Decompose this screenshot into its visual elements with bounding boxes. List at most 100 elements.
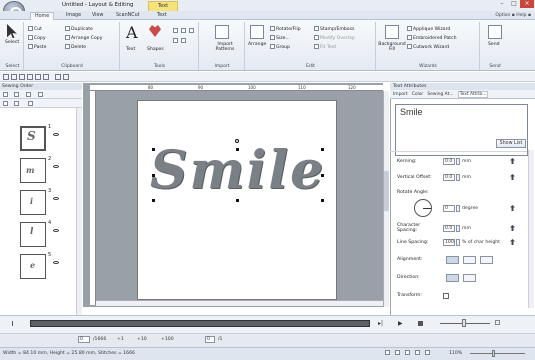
eye-icon[interactable] [53, 261, 59, 264]
option-help-menu[interactable]: Option ▪ Help ▪ [495, 13, 531, 18]
realistic-view-icon[interactable] [395, 350, 400, 355]
save-icon[interactable] [19, 74, 25, 80]
realtime-checkbox[interactable] [495, 320, 500, 325]
pan-hand-icon[interactable] [173, 38, 178, 43]
eye-icon[interactable] [53, 133, 59, 136]
selection-handle[interactable] [321, 199, 324, 202]
measure-icon[interactable] [181, 38, 186, 43]
duplicate-button[interactable]: Duplicate [65, 26, 93, 32]
modify-overlap-button[interactable]: Modify Overlap [314, 35, 355, 41]
text-input-box[interactable]: Smile [395, 104, 528, 156]
character-spacing-spinner[interactable] [456, 225, 460, 232]
character-spacing-input[interactable]: 0.0 [443, 225, 455, 232]
undo-icon[interactable] [35, 74, 41, 80]
tab-image[interactable]: Image [62, 12, 85, 20]
new-file-icon[interactable] [3, 74, 9, 80]
copy-button[interactable]: Copy [28, 35, 46, 41]
show-all-icon[interactable] [3, 101, 8, 106]
stamp-emboss-button[interactable]: Stamp/Emboss [314, 26, 354, 32]
optimize-icon[interactable] [14, 92, 19, 97]
zoom-out-icon[interactable] [181, 28, 186, 33]
line-spacing-input[interactable]: 100 [443, 239, 455, 246]
select-button[interactable]: Select [5, 40, 19, 45]
selection-handle[interactable] [321, 148, 324, 151]
eye-icon[interactable] [53, 165, 59, 168]
shapes-button[interactable]: Shapes [147, 47, 164, 52]
arrange-copy-button[interactable]: Arrange Copy [65, 35, 102, 41]
eye-icon[interactable] [53, 229, 59, 232]
selection-handle[interactable] [152, 148, 155, 151]
zoom-fit-icon[interactable] [189, 28, 194, 33]
grid-icon[interactable] [405, 350, 410, 355]
open-folder-icon[interactable] [11, 74, 17, 80]
tab-scanncut[interactable]: ScanNCut [112, 12, 144, 20]
tab-text[interactable]: Text [153, 12, 171, 20]
split-icon[interactable] [38, 92, 43, 97]
rotate-angle-spinner[interactable] [456, 205, 460, 212]
applique-wizard-button[interactable]: Applique Wizard [407, 26, 450, 32]
step-100-button[interactable]: +100 [161, 337, 174, 342]
lock-icon[interactable] [14, 101, 19, 106]
pointer-icon[interactable] [28, 101, 33, 106]
sewing-order-item-2[interactable]: m [20, 158, 46, 183]
step-10-button[interactable]: +10 [137, 337, 147, 342]
delete-button[interactable]: Delete [65, 44, 86, 50]
save-as-icon[interactable] [27, 74, 33, 80]
go-start-icon[interactable] [12, 321, 17, 326]
cut-button[interactable]: Cut [28, 26, 42, 32]
tab-sewing-attributes[interactable]: Sewing At... [427, 92, 453, 97]
canvas-vertical-scrollbar[interactable] [383, 91, 389, 307]
sewing-order-item-5[interactable]: e [20, 254, 46, 279]
rotate-angle-input[interactable]: 0 [443, 205, 455, 212]
send-button[interactable]: Send [488, 42, 500, 47]
selection-handle[interactable] [236, 199, 239, 202]
background-fill-button[interactable]: Background Fill [378, 42, 406, 52]
arrange-button[interactable]: Arrange [248, 42, 266, 47]
selection-handle[interactable] [321, 174, 324, 177]
selection-handle[interactable] [152, 174, 155, 177]
show-list-button[interactable]: Show List [496, 139, 526, 148]
redo-icon[interactable] [43, 74, 49, 80]
hoop-icon[interactable] [415, 350, 420, 355]
stop-icon[interactable] [418, 321, 423, 326]
sewing-order-item-1[interactable]: S [20, 126, 46, 151]
vertical-offset-input[interactable]: 0.0 [443, 174, 455, 181]
rotate-handle[interactable] [235, 139, 239, 143]
current-stitch-input[interactable]: 0 [78, 336, 90, 343]
zoom-slider-thumb[interactable] [492, 350, 495, 357]
scroll-thumb[interactable] [384, 171, 389, 211]
sewing-order-item-4[interactable]: l [20, 222, 46, 247]
speed-slider-thumb[interactable] [462, 319, 466, 327]
color-index-input[interactable]: 0 [205, 336, 215, 343]
tab-view[interactable]: View [88, 12, 107, 20]
align-left-button[interactable] [446, 256, 459, 264]
rotate-dial[interactable] [414, 199, 432, 217]
stitch-progress-slider[interactable] [30, 320, 370, 327]
direction-horizontal-button[interactable] [446, 274, 459, 282]
rotate-flip-button[interactable]: Rotate/Flip [270, 26, 301, 32]
preview-icon[interactable] [425, 350, 430, 355]
direction-vertical-button[interactable] [463, 274, 476, 282]
line-spacing-spinner[interactable] [456, 239, 460, 246]
canvas-horizontal-scrollbar[interactable] [96, 300, 383, 306]
kerning-spinner[interactable] [456, 158, 460, 165]
help-icon[interactable] [63, 74, 69, 80]
maximize-button[interactable]: □ [508, 0, 520, 8]
align-right-button[interactable] [480, 256, 493, 264]
close-button[interactable]: × [520, 0, 534, 8]
print-icon[interactable] [55, 74, 61, 80]
paste-button[interactable]: Paste [28, 44, 46, 50]
eye-icon[interactable] [53, 197, 59, 200]
vertical-offset-spinner[interactable] [456, 174, 460, 181]
zoom-in-icon[interactable] [173, 28, 178, 33]
transform-checkbox[interactable] [443, 293, 449, 299]
step-1-button[interactable]: +1 [117, 337, 124, 342]
selection-handle[interactable] [236, 148, 239, 151]
sewing-order-scrollbar[interactable] [76, 108, 82, 315]
combine-icon[interactable] [26, 92, 31, 97]
attributes-scrollbar[interactable] [528, 150, 534, 308]
text-pattern-smile[interactable]: Smile [150, 137, 328, 205]
minimize-button[interactable]: – [496, 0, 508, 8]
fit-text-button[interactable]: Fit Text [314, 44, 336, 50]
tab-import[interactable]: Import [393, 92, 408, 97]
